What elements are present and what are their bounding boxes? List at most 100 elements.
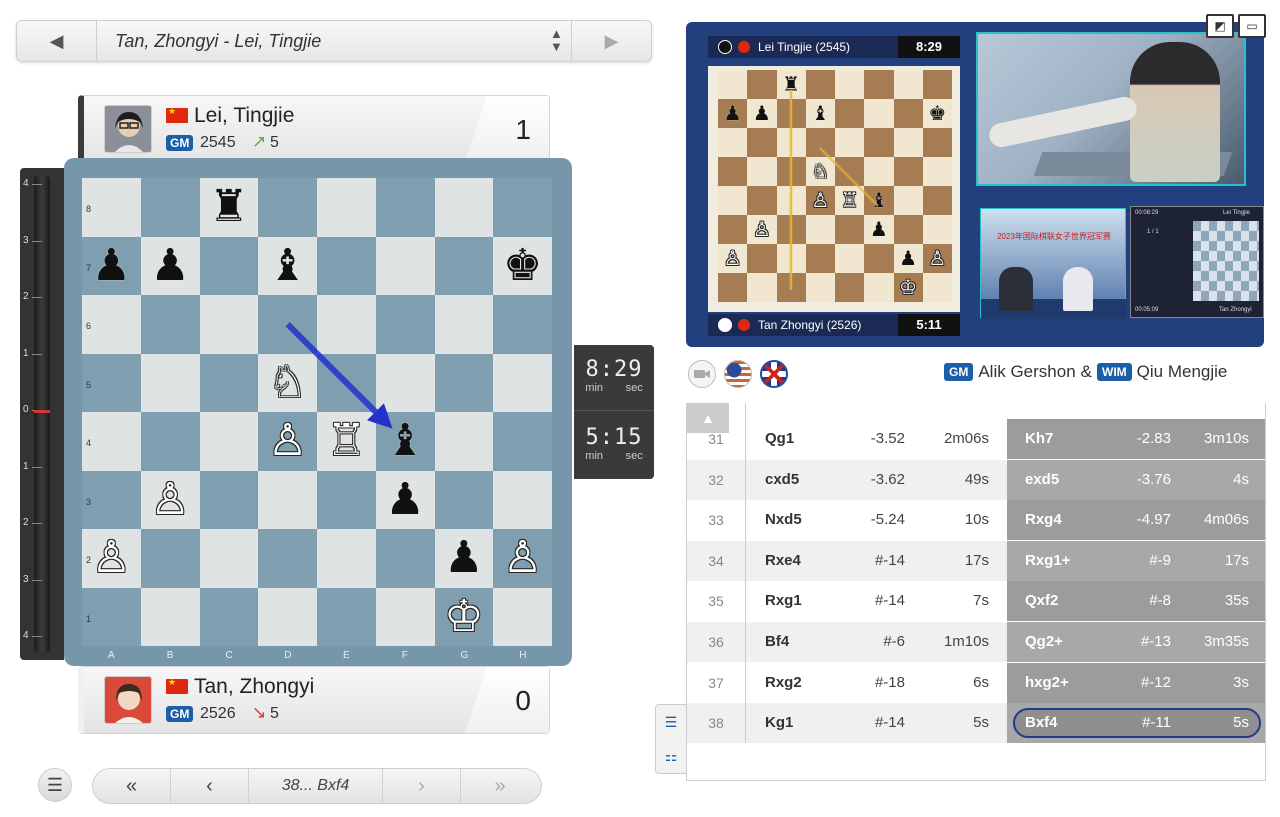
square-e5[interactable] bbox=[317, 353, 376, 412]
square-a7[interactable]: 7 ♟ bbox=[82, 236, 141, 295]
black-move-cell[interactable]: exd5 -3.76 4s bbox=[1007, 459, 1265, 500]
square-g1[interactable]: ♔ bbox=[434, 587, 494, 646]
last-move-button[interactable]: » bbox=[461, 769, 539, 803]
square-a5[interactable]: 5 bbox=[82, 353, 141, 412]
square-d4[interactable]: ♙ bbox=[258, 412, 317, 471]
square-a3[interactable]: 3 bbox=[82, 470, 141, 529]
move-row[interactable]: 33 Nxd5 -5.24 10s Rxg4 -4.97 4m06s bbox=[687, 500, 1265, 541]
black-move-cell[interactable]: hxg2+ #-12 3s bbox=[1007, 662, 1265, 703]
square-h6[interactable] bbox=[493, 295, 552, 354]
move-row[interactable]: 37 Rxg2 #-18 6s hxg2+ #-12 3s bbox=[687, 662, 1265, 703]
square-e8[interactable] bbox=[317, 178, 376, 237]
square-c1[interactable] bbox=[199, 587, 259, 646]
game-selector[interactable]: ◀ Tan, Zhongyi - Lei, Tingjie ▲ ▼ ▶ bbox=[16, 20, 652, 62]
square-a1[interactable]: 1 bbox=[82, 587, 141, 646]
square-d1[interactable] bbox=[258, 587, 317, 646]
square-g6[interactable] bbox=[434, 295, 494, 354]
square-b6[interactable] bbox=[140, 295, 200, 354]
white-piece-icon[interactable]: ♖ bbox=[327, 419, 366, 463]
square-h3[interactable] bbox=[493, 470, 552, 529]
uk-flag-icon[interactable] bbox=[760, 360, 788, 388]
square-d8[interactable] bbox=[258, 178, 317, 237]
black-move-cell[interactable]: Qg2+ #-13 3m35s bbox=[1007, 622, 1265, 662]
square-a4[interactable]: 4 bbox=[82, 412, 141, 471]
move-row[interactable]: 31 Qg1 -3.52 2m06s Kh7 -2.83 3m10s bbox=[687, 419, 1265, 459]
black-piece-icon[interactable]: ♟ bbox=[444, 536, 483, 580]
popout-icon[interactable]: ◩ bbox=[1206, 14, 1234, 38]
black-move-cell[interactable]: Qxf2 #-8 35s bbox=[1007, 581, 1265, 622]
move-row[interactable]: 35 Rxg1 #-14 7s Qxf2 #-8 35s bbox=[687, 581, 1265, 622]
white-piece-icon[interactable]: ♙ bbox=[503, 536, 542, 580]
black-move[interactable]: Bxf4 bbox=[1025, 714, 1058, 731]
square-e3[interactable] bbox=[317, 470, 376, 529]
square-b3[interactable]: ♙ bbox=[140, 470, 200, 529]
square-f7[interactable] bbox=[375, 236, 435, 295]
black-move[interactable]: exd5 bbox=[1025, 471, 1059, 488]
black-move[interactable]: hxg2+ bbox=[1025, 674, 1069, 691]
square-c5[interactable] bbox=[199, 353, 259, 412]
first-move-button[interactable]: « bbox=[93, 769, 171, 803]
square-f8[interactable] bbox=[375, 178, 435, 237]
black-move-cell[interactable]: Rxg1+ #-9 17s bbox=[1007, 540, 1265, 581]
white-piece-icon[interactable]: ♙ bbox=[268, 419, 307, 463]
black-piece-icon[interactable]: ♟ bbox=[150, 243, 189, 288]
white-move[interactable]: Bf4 bbox=[765, 633, 789, 650]
white-piece-icon[interactable]: ♙ bbox=[92, 536, 131, 580]
black-piece-icon[interactable]: ♟ bbox=[385, 477, 424, 522]
square-f5[interactable] bbox=[375, 353, 435, 412]
next-move-button[interactable]: › bbox=[383, 769, 461, 803]
black-move[interactable]: Rxg4 bbox=[1025, 511, 1062, 528]
square-b7[interactable]: ♟ bbox=[140, 236, 200, 295]
square-h2[interactable]: ♙ bbox=[493, 529, 552, 588]
square-d5[interactable]: ♘ bbox=[258, 353, 317, 412]
list-icon[interactable]: ☰ bbox=[656, 705, 686, 739]
white-piece-icon[interactable]: ♘ bbox=[268, 360, 307, 405]
white-move[interactable]: cxd5 bbox=[765, 471, 799, 488]
square-d3[interactable] bbox=[258, 470, 317, 529]
chat-icon[interactable]: ⚏ bbox=[656, 739, 686, 773]
black-piece-icon[interactable]: ♟ bbox=[92, 243, 131, 288]
white-move[interactable]: Qg1 bbox=[765, 430, 794, 447]
black-move[interactable]: Qg2+ bbox=[1025, 633, 1063, 650]
square-f2[interactable] bbox=[375, 529, 435, 588]
white-piece-icon[interactable]: ♔ bbox=[444, 594, 483, 639]
black-move[interactable]: Kh7 bbox=[1025, 430, 1053, 447]
square-e6[interactable] bbox=[317, 295, 376, 354]
video-stream[interactable]: Lei Tingjie (2545) 8:29 ♜ ♟ ♟ ♝ ♚ ♘ ♙ ♖ ♝ ♙ ♟ ♙ ♟ ♙ ♔ … bbox=[686, 22, 1264, 347]
move-row[interactable]: 34 Rxe4 #-14 17s Rxg1+ #-9 17s bbox=[687, 540, 1265, 581]
square-e4[interactable]: ♖ bbox=[317, 412, 376, 471]
white-move[interactable]: Kg1 bbox=[765, 714, 793, 731]
square-c3[interactable] bbox=[199, 470, 259, 529]
square-b4[interactable] bbox=[140, 412, 200, 471]
black-piece-icon[interactable]: ♚ bbox=[503, 243, 542, 288]
square-h4[interactable] bbox=[493, 412, 552, 471]
white-move[interactable]: Nxd5 bbox=[765, 511, 802, 528]
square-h1[interactable] bbox=[493, 587, 552, 646]
square-f6[interactable] bbox=[375, 295, 435, 354]
square-b1[interactable] bbox=[140, 587, 200, 646]
black-move[interactable]: Rxg1+ bbox=[1025, 552, 1070, 569]
square-a6[interactable]: 6 bbox=[82, 295, 141, 354]
square-c2[interactable] bbox=[199, 529, 259, 588]
menu-button[interactable]: ☰ bbox=[38, 768, 72, 802]
previous-game-button[interactable]: ◀ bbox=[17, 21, 97, 61]
chess-board[interactable]: 8 ♜ 7 ♟ ♟ ♝ ♚ 6 5 ♘ 4 ♙ ♖ ♝ 3 ♙ ♟ 2 ♙ ♟ ♙ 1 ♔ bbox=[82, 178, 552, 646]
square-a2[interactable]: 2 ♙ bbox=[82, 529, 141, 588]
square-g2[interactable]: ♟ bbox=[434, 529, 494, 588]
move-row[interactable]: 38 Kg1 #-14 5s Bxf4 #-11 5s bbox=[687, 703, 1265, 744]
square-c4[interactable] bbox=[199, 412, 259, 471]
square-e2[interactable] bbox=[317, 529, 376, 588]
square-g3[interactable] bbox=[434, 470, 494, 529]
black-move[interactable]: Qxf2 bbox=[1025, 592, 1058, 609]
square-c8[interactable]: ♜ bbox=[199, 178, 259, 237]
square-d6[interactable] bbox=[258, 295, 317, 354]
square-g8[interactable] bbox=[434, 178, 494, 237]
square-c6[interactable] bbox=[199, 295, 259, 354]
square-b5[interactable] bbox=[140, 353, 200, 412]
black-piece-icon[interactable]: ♝ bbox=[385, 419, 424, 463]
us-flag-icon[interactable] bbox=[724, 360, 752, 388]
black-move-cell[interactable]: Rxg4 -4.97 4m06s bbox=[1007, 500, 1265, 541]
game-dropdown-icon[interactable]: ▲ ▼ bbox=[550, 27, 563, 53]
square-f1[interactable] bbox=[375, 587, 435, 646]
previous-move-button[interactable]: ‹ bbox=[171, 769, 249, 803]
